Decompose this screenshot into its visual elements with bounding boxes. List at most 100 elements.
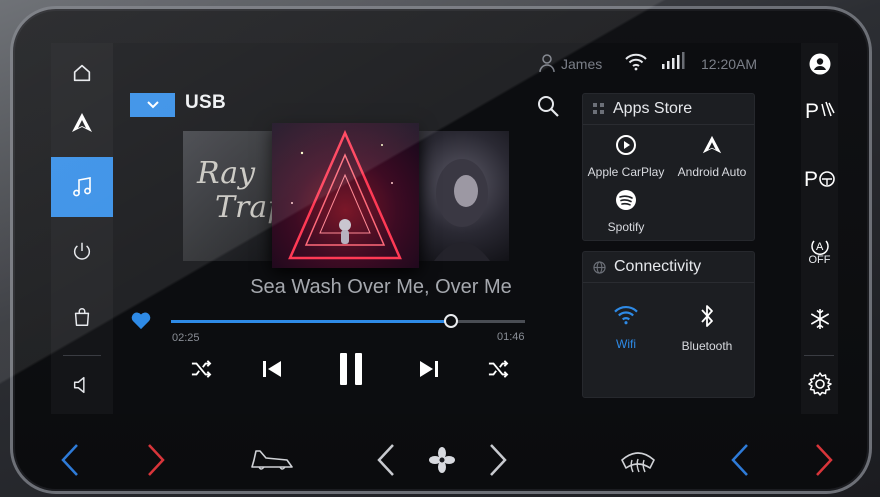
chevron-left-icon xyxy=(377,444,394,476)
fan-icon xyxy=(429,447,455,473)
car-recirculation-icon xyxy=(251,450,293,470)
parking-camera-button[interactable]: P xyxy=(801,153,838,203)
carplay-icon xyxy=(616,135,636,155)
nav-home[interactable] xyxy=(51,43,113,103)
signal-icon xyxy=(662,52,685,69)
profile-button[interactable] xyxy=(801,43,838,89)
music-note-icon xyxy=(73,177,91,197)
bluetooth-icon xyxy=(701,305,713,327)
user-icon xyxy=(539,54,555,73)
previous-track-button[interactable] xyxy=(256,353,288,385)
connectivity-header: Connectivity xyxy=(583,252,754,283)
auto-label: A xyxy=(816,241,824,253)
next-track-button[interactable] xyxy=(413,353,445,385)
nav-navigation[interactable] xyxy=(51,95,113,150)
fan-indicator xyxy=(422,435,462,485)
previous-album-cover[interactable]: Ray Trap xyxy=(183,131,278,261)
shuffle-icon xyxy=(488,360,509,378)
navigation-icon xyxy=(72,112,92,132)
park-assist-button[interactable]: P xyxy=(801,85,838,135)
parking-camera-icon: P xyxy=(804,168,835,190)
album-art xyxy=(288,129,402,260)
next-album-cover[interactable] xyxy=(414,131,509,261)
app-android-auto[interactable]: Android Auto xyxy=(669,134,755,179)
globe-icon xyxy=(593,260,606,274)
driver-temp-down-button[interactable] xyxy=(50,435,90,485)
search-icon[interactable] xyxy=(536,94,560,118)
android-auto-icon xyxy=(702,135,722,154)
right-nav-divider xyxy=(804,355,834,356)
portrait-art xyxy=(434,159,490,261)
wifi-status-icon xyxy=(625,53,647,71)
wifi-icon xyxy=(614,305,638,325)
skip-previous-icon xyxy=(263,361,281,377)
progress-knob[interactable] xyxy=(443,314,458,328)
app-spotify[interactable]: Spotify xyxy=(583,189,669,234)
gear-icon xyxy=(807,372,832,396)
connectivity-title: Connectivity xyxy=(614,258,702,275)
bluetooth-label: Bluetooth xyxy=(681,339,733,353)
fan-speed-down-button[interactable] xyxy=(368,435,404,485)
clock: 12:20AM xyxy=(701,56,758,72)
shuffle-button[interactable] xyxy=(185,353,217,385)
cover-text-line2: Trap xyxy=(215,190,278,225)
app-apple-carplay[interactable]: Apple CarPlay xyxy=(583,134,669,179)
connectivity-panel: Connectivity Wifi Bluetooth xyxy=(582,251,755,398)
user-name: James xyxy=(561,56,603,72)
profile-icon xyxy=(809,53,830,75)
progress-fill xyxy=(171,320,451,323)
infotainment-screen: James 12:20AM USB Ray Trap Sea Wash Over… xyxy=(51,43,838,414)
cover-text-line1: Ray xyxy=(197,156,256,191)
air-conditioning-button[interactable] xyxy=(801,294,838,344)
connectivity-wifi[interactable]: Wifi xyxy=(583,304,669,351)
rear-defrost-button[interactable] xyxy=(613,435,663,485)
shuffle-icon xyxy=(191,360,212,378)
driver-temp-up-button[interactable] xyxy=(136,435,176,485)
chevron-right-icon xyxy=(148,444,165,476)
grid-icon xyxy=(593,103,604,114)
nav-shop[interactable] xyxy=(51,287,113,347)
app-label: Android Auto xyxy=(677,165,747,179)
skip-next-icon xyxy=(420,361,438,377)
shopping-bag-icon xyxy=(74,308,90,326)
source-dropdown-button[interactable] xyxy=(130,93,175,117)
track-title: Sea Wash Over Me, Over Me xyxy=(250,276,512,298)
power-icon xyxy=(73,242,91,260)
repeat-shuffle-button[interactable] xyxy=(482,353,514,385)
fan-speed-up-button[interactable] xyxy=(480,435,516,485)
spotify-icon xyxy=(616,190,636,210)
svg-text:P: P xyxy=(805,100,819,122)
chevron-right-icon xyxy=(816,444,833,476)
recirculation-button[interactable] xyxy=(245,435,299,485)
auto-start-stop-button[interactable]: A OFF xyxy=(801,225,838,275)
heart-icon[interactable] xyxy=(130,310,152,330)
app-label: Spotify xyxy=(607,220,645,234)
current-album-cover[interactable] xyxy=(272,123,419,268)
nav-power[interactable] xyxy=(51,221,113,281)
chevron-right-icon xyxy=(490,444,507,476)
settings-button[interactable] xyxy=(801,359,838,409)
chevron-down-icon xyxy=(146,101,159,109)
pause-icon xyxy=(340,353,362,385)
right-nav: P P A OFF xyxy=(801,43,838,414)
off-label: OFF xyxy=(808,254,831,266)
left-nav xyxy=(51,43,113,414)
total-time: 01:46 xyxy=(497,331,525,343)
apps-store-panel: Apps Store Apple CarPlay Android Auto Sp… xyxy=(582,93,755,241)
apps-store-title: Apps Store xyxy=(613,100,693,117)
connectivity-bluetooth[interactable]: Bluetooth xyxy=(664,304,750,353)
passenger-temp-up-button[interactable] xyxy=(804,435,844,485)
volume-icon xyxy=(73,376,85,394)
climate-bar xyxy=(0,425,880,497)
progress-bar[interactable] xyxy=(171,314,525,328)
pause-button[interactable] xyxy=(331,347,371,391)
source-label: USB xyxy=(185,92,227,113)
elapsed-time: 02:25 xyxy=(172,332,200,344)
auto-start-stop-icon: A xyxy=(810,240,829,255)
nav-music[interactable] xyxy=(51,157,113,217)
passenger-temp-down-button[interactable] xyxy=(720,435,760,485)
apps-store-header: Apps Store xyxy=(583,94,754,125)
svg-text:P: P xyxy=(804,168,818,190)
defrost-icon xyxy=(621,452,655,473)
nav-volume[interactable] xyxy=(51,355,113,414)
